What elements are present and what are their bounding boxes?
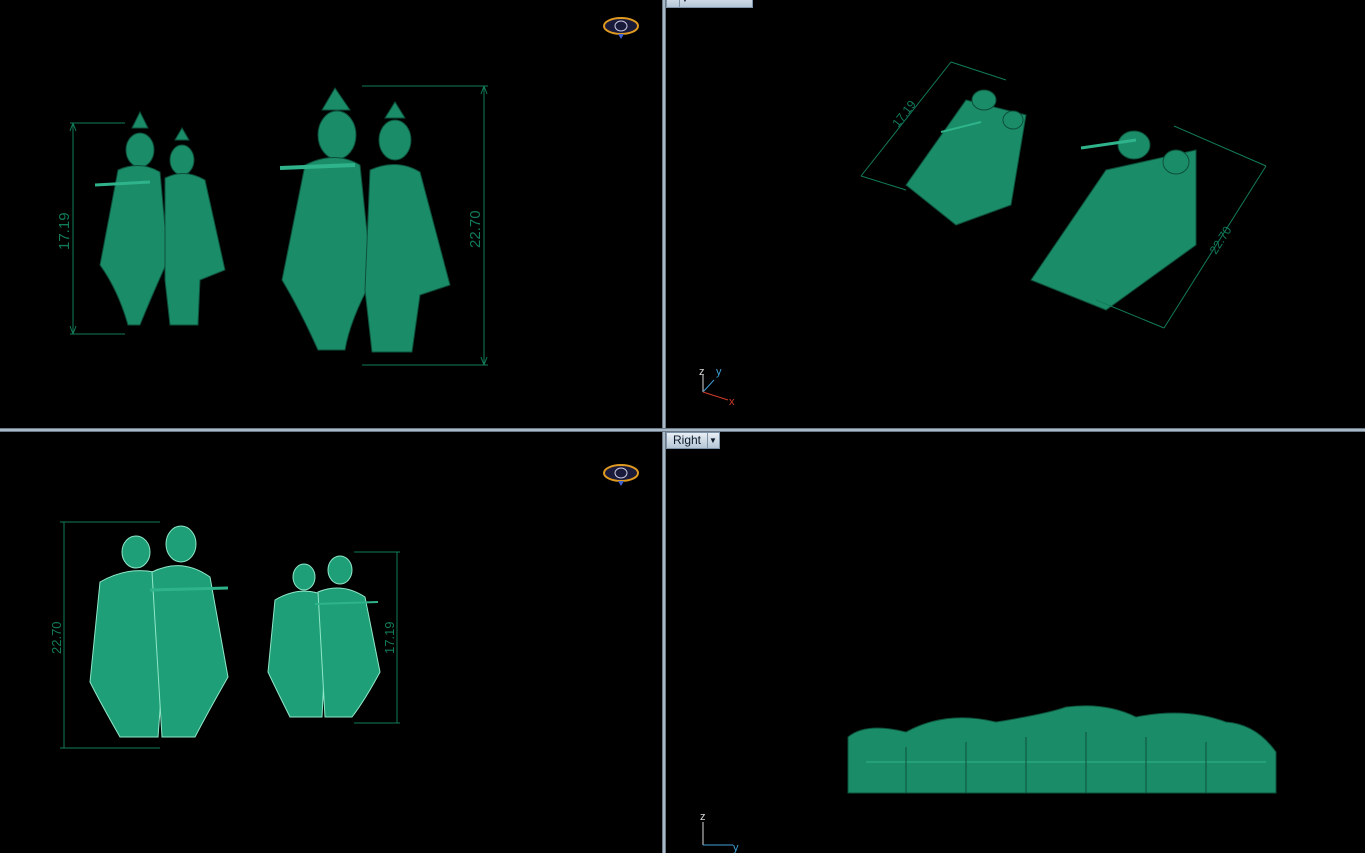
- viewport-top-left[interactable]: 17.19 22.70: [0, 0, 662, 428]
- axis-y-label: y: [733, 842, 739, 853]
- dim-label-large-front: 22.70: [49, 621, 64, 654]
- model-large-iso: [1030, 130, 1197, 311]
- dim-label-large-iso: 22.70: [1207, 223, 1235, 256]
- axis-x-label: x: [729, 396, 735, 408]
- axis-y-label: y: [716, 366, 722, 378]
- viewport-front[interactable]: 22.70 17.19: [0, 432, 662, 853]
- dim-label-small-iso: 17.19: [889, 97, 919, 130]
- model-small-mirror: [267, 555, 381, 718]
- model-small-iso: [905, 89, 1027, 226]
- perspective-canvas: 17.19 22.70 z y x: [699, 61, 1267, 408]
- dim-label-small: 17.19: [56, 212, 73, 250]
- dim-label-large: 22.70: [467, 210, 484, 248]
- right-canvas: z y: [700, 705, 1277, 853]
- viewport-perspective[interactable]: ▼ 17.19 22.70 z: [666, 0, 1365, 428]
- model-large-mirror: [89, 525, 229, 738]
- gizmo-icon[interactable]: [603, 464, 639, 486]
- viewport-splitter-horizontal[interactable]: [0, 428, 1365, 432]
- axis-z-label: z: [700, 811, 706, 823]
- dim-label-small-front: 17.19: [382, 621, 397, 654]
- model-side-profile: [847, 705, 1277, 794]
- axis-triad-icon: z y: [700, 811, 739, 853]
- model-large-pair: [279, 87, 451, 353]
- viewport-right[interactable]: Right ▼ z y: [666, 432, 1365, 853]
- gizmo-icon[interactable]: [603, 17, 639, 39]
- axis-triad-icon: z y x: [699, 366, 735, 408]
- axis-z-label: z: [699, 366, 705, 378]
- model-small-pair: [94, 110, 226, 326]
- viewport-splitter-vertical[interactable]: [662, 0, 666, 853]
- top-left-canvas: 17.19 22.70: [56, 17, 639, 366]
- front-canvas: 22.70 17.19: [49, 464, 639, 749]
